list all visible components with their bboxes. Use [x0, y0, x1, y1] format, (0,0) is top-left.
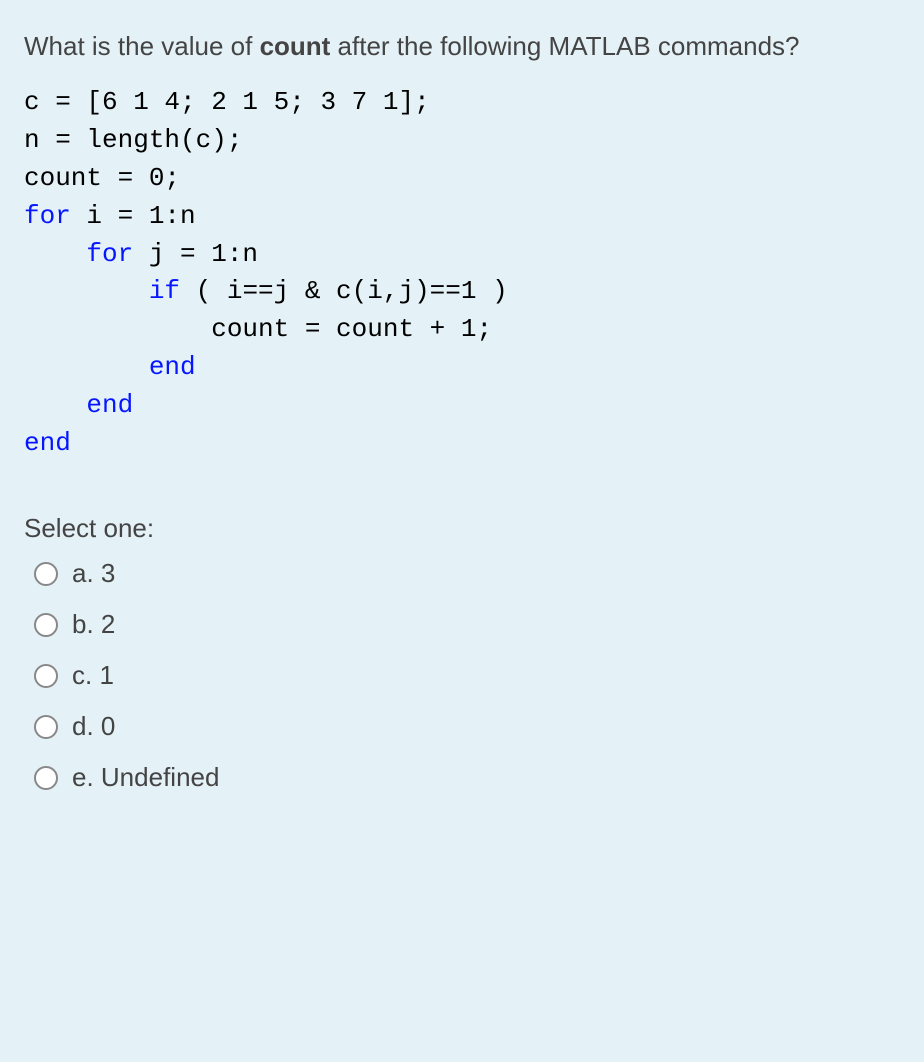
- radio-icon[interactable]: [34, 664, 58, 688]
- code-l4b: i = 1:n: [71, 201, 196, 231]
- code-l4-kw: for: [24, 201, 71, 231]
- option-d-label: d. 0: [72, 711, 115, 742]
- radio-icon[interactable]: [34, 715, 58, 739]
- select-one-label: Select one:: [24, 513, 900, 544]
- code-l10-kw: end: [24, 428, 71, 458]
- option-e-label: e. Undefined: [72, 762, 219, 793]
- code-l5-kw: for: [24, 239, 133, 269]
- radio-icon[interactable]: [34, 613, 58, 637]
- code-l1: c = [6 1 4; 2 1 5; 3 7 1];: [24, 87, 430, 117]
- options-group: a. 3 b. 2 c. 1 d. 0 e. Undefined: [24, 558, 900, 793]
- option-a-label: a. 3: [72, 558, 115, 589]
- code-l6b: ( i==j & c(i,j)==1 ): [180, 276, 508, 306]
- question-prefix: What is the value of: [24, 31, 260, 61]
- code-l5b: j = 1:n: [133, 239, 258, 269]
- radio-icon[interactable]: [34, 766, 58, 790]
- radio-icon[interactable]: [34, 562, 58, 586]
- option-a[interactable]: a. 3: [34, 558, 900, 589]
- code-l2: n = length(c);: [24, 125, 242, 155]
- code-l9-kw: end: [24, 390, 133, 420]
- question-text: What is the value of count after the fol…: [24, 28, 900, 66]
- option-b-label: b. 2: [72, 609, 115, 640]
- option-c[interactable]: c. 1: [34, 660, 900, 691]
- question-suffix: after the following MATLAB commands?: [330, 31, 799, 61]
- option-d[interactable]: d. 0: [34, 711, 900, 742]
- option-e[interactable]: e. Undefined: [34, 762, 900, 793]
- option-b[interactable]: b. 2: [34, 609, 900, 640]
- option-c-label: c. 1: [72, 660, 114, 691]
- code-block: c = [6 1 4; 2 1 5; 3 7 1]; n = length(c)…: [24, 84, 900, 464]
- code-l3: count = 0;: [24, 163, 180, 193]
- code-l6-kw: if: [24, 276, 180, 306]
- code-l8-kw: end: [24, 352, 196, 382]
- code-l7: count = count + 1;: [24, 314, 492, 344]
- question-bold: count: [260, 31, 331, 61]
